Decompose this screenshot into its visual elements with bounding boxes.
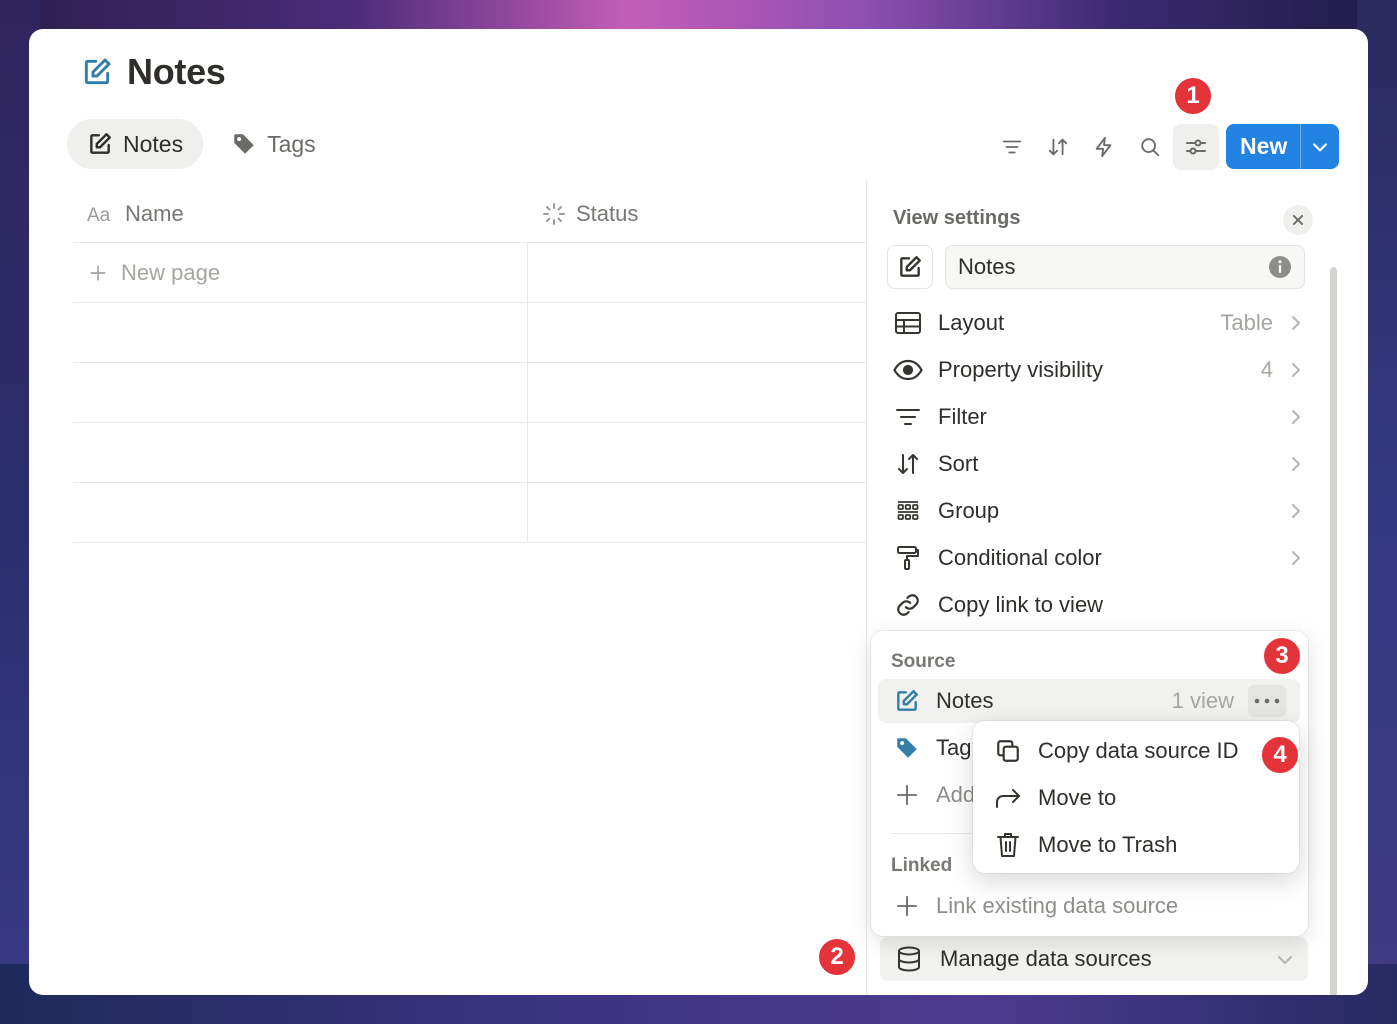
tag-icon — [892, 735, 922, 761]
source-context-menu: Copy data source ID Move to Move to Tras… — [973, 721, 1299, 873]
arrow-forward-icon — [993, 787, 1023, 809]
chevron-right-icon — [1287, 408, 1305, 426]
table-row — [73, 423, 866, 483]
chevron-down-icon — [1276, 946, 1294, 972]
note-edit-icon — [892, 688, 922, 714]
paint-roller-icon — [893, 545, 923, 571]
table-row — [73, 483, 866, 543]
step-badge-4: 4 — [1260, 735, 1300, 775]
note-edit-icon — [897, 254, 923, 280]
tab-tags[interactable]: Tags — [211, 119, 336, 169]
column-header-status[interactable]: Status — [528, 201, 638, 227]
panel-title: View settings — [893, 207, 1021, 229]
note-edit-icon — [81, 56, 113, 88]
tab-notes[interactable]: Notes — [67, 119, 204, 169]
menu-item-sort[interactable]: Sort — [887, 440, 1311, 487]
manage-data-sources-button[interactable]: Manage data sources — [880, 937, 1308, 981]
menu-item-conditional-color[interactable]: Conditional color — [887, 534, 1311, 581]
menu-item-filter[interactable]: Filter — [887, 393, 1311, 440]
column-header-name[interactable]: Aa Name — [73, 201, 528, 227]
table-row: New page — [73, 243, 866, 303]
menu-item-layout[interactable]: Layout Table — [887, 299, 1311, 346]
view-settings-menu: Layout Table Property visibility 4 Filte… — [887, 299, 1311, 628]
database-icon — [894, 946, 924, 972]
step-badge-3: 3 — [1262, 636, 1302, 676]
chevron-right-icon — [1287, 361, 1305, 379]
page-header: Notes — [81, 51, 226, 93]
tab-label: Notes — [123, 130, 184, 157]
view-name-row: Notes — [887, 245, 1305, 289]
linked-header: Linked — [891, 855, 953, 876]
sort-button[interactable] — [1035, 124, 1081, 170]
step-badge-1: 1 — [1173, 76, 1213, 116]
text-aa-icon: Aa — [87, 203, 115, 225]
info-icon[interactable] — [1268, 255, 1292, 279]
new-dropdown-button[interactable] — [1301, 137, 1339, 157]
status-spinner-icon — [542, 202, 566, 226]
copy-data-source-id-item[interactable]: Copy data source ID — [973, 727, 1299, 774]
move-to-trash-item[interactable]: Move to Trash — [973, 821, 1299, 868]
sort-icon — [893, 452, 923, 476]
move-to-item[interactable]: Move to — [973, 774, 1299, 821]
database-table: Aa Name Status New page — [73, 186, 866, 543]
close-icon — [1291, 213, 1305, 227]
source-item-notes[interactable]: Notes 1 view — [878, 679, 1300, 723]
chevron-right-icon — [1287, 314, 1305, 332]
view-settings-button[interactable] — [1173, 124, 1219, 170]
tab-label: Tags — [267, 130, 316, 157]
table-icon — [893, 311, 923, 334]
table-row — [73, 303, 866, 363]
chevron-right-icon — [1287, 549, 1305, 567]
menu-item-property-visibility[interactable]: Property visibility 4 — [887, 346, 1311, 393]
note-edit-icon — [87, 131, 113, 157]
view-name-input[interactable]: Notes — [945, 245, 1305, 289]
page-title: Notes — [127, 51, 226, 92]
search-icon — [1139, 136, 1161, 158]
new-page-button[interactable]: New page — [73, 243, 528, 302]
link-icon — [893, 592, 923, 618]
automation-button[interactable] — [1081, 124, 1127, 170]
chevron-right-icon — [1287, 502, 1305, 520]
trash-icon — [993, 832, 1023, 858]
filter-icon — [893, 406, 923, 428]
chevron-down-icon — [1310, 137, 1330, 157]
automation-bolt-icon — [1093, 136, 1115, 158]
copy-icon — [993, 738, 1023, 764]
link-existing-source-button[interactable]: Link existing data source — [878, 884, 1300, 928]
panel-scrollbar[interactable] — [1330, 267, 1337, 995]
view-toolbar — [989, 124, 1219, 170]
tag-icon — [231, 131, 257, 157]
plus-icon — [89, 264, 107, 282]
view-settings-icon — [1184, 135, 1208, 159]
plus-icon — [892, 784, 922, 806]
table-header: Aa Name Status — [73, 186, 866, 243]
sort-icon — [1047, 136, 1069, 158]
new-button-group: New — [1226, 124, 1339, 169]
view-tabs: Notes Tags — [67, 119, 336, 169]
group-icon — [893, 499, 923, 523]
close-button[interactable] — [1283, 205, 1313, 235]
filter-icon — [1001, 136, 1023, 158]
new-button[interactable]: New — [1226, 133, 1300, 160]
svg-text:Aa: Aa — [87, 205, 111, 225]
search-button[interactable] — [1127, 124, 1173, 170]
view-icon-picker[interactable] — [887, 245, 933, 289]
menu-item-group[interactable]: Group — [887, 487, 1311, 534]
step-badge-2: 2 — [817, 937, 857, 977]
ellipsis-icon — [1254, 698, 1280, 704]
source-header: Source — [891, 651, 956, 672]
table-row — [73, 363, 866, 423]
menu-item-copy-link[interactable]: Copy link to view — [887, 581, 1311, 628]
chevron-right-icon — [1287, 455, 1305, 473]
plus-icon — [892, 895, 922, 917]
eye-icon — [893, 359, 923, 381]
more-options-button[interactable] — [1248, 685, 1286, 717]
filter-button[interactable] — [989, 124, 1035, 170]
